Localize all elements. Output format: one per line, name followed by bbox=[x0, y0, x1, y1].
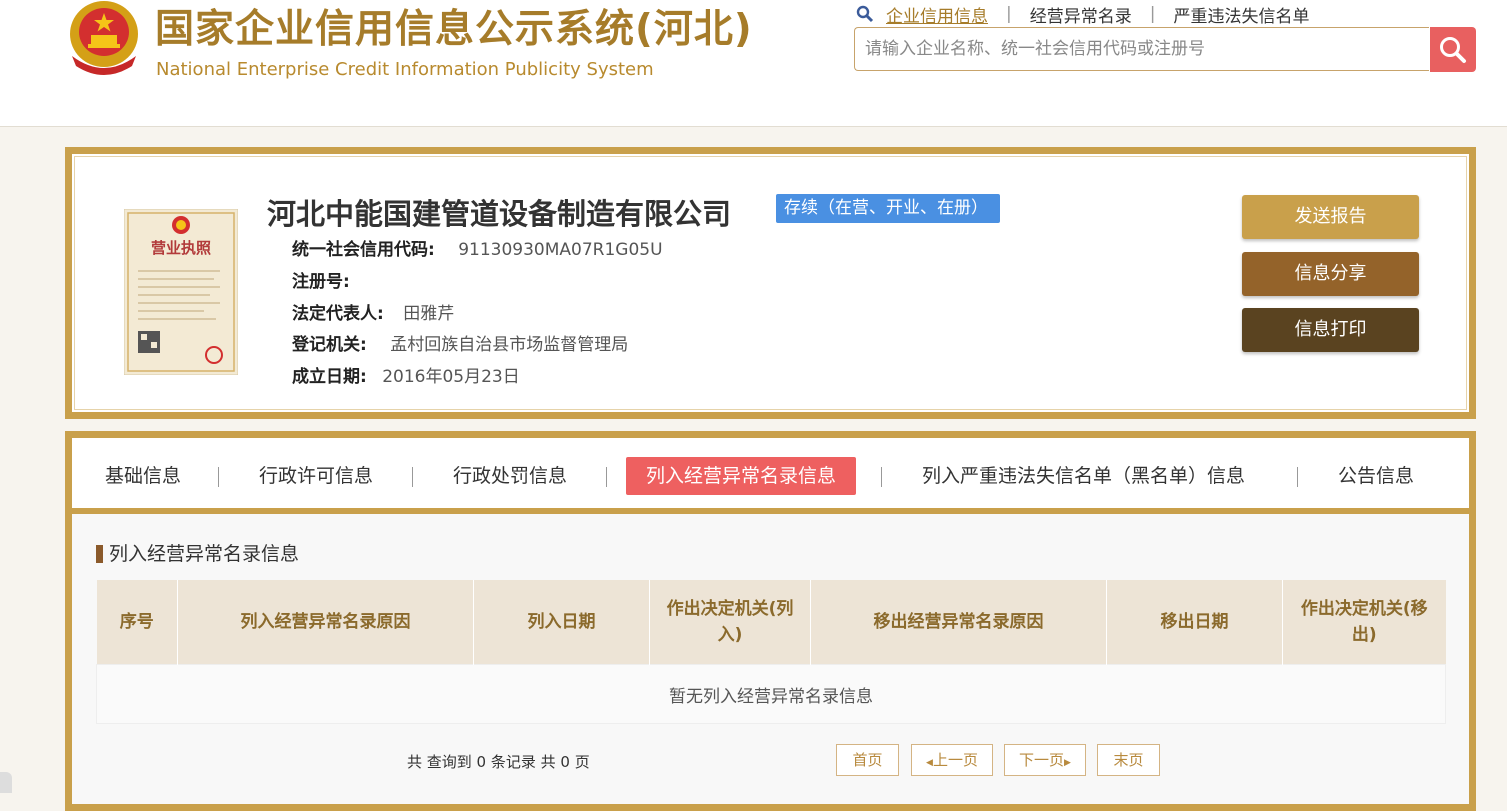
info-row-legal-rep: 法定代表人: 田雅芹 bbox=[292, 300, 454, 328]
tab-separator bbox=[1297, 467, 1298, 487]
search-button[interactable] bbox=[1430, 27, 1476, 72]
field-value: 孟村回族自治县市场监督管理局 bbox=[390, 335, 629, 355]
tab-separator bbox=[218, 467, 219, 487]
field-label: 成立日期: bbox=[292, 367, 367, 387]
site-title: 国家企业信用信息公示系统(河北) bbox=[155, 7, 753, 52]
tab-separator bbox=[881, 467, 882, 487]
info-row-credit-code: 统一社会信用代码: 91130930MA07R1G05U bbox=[292, 236, 663, 264]
prev-page-label: 上一页 bbox=[932, 751, 978, 769]
status-badge: 存续（在营、开业、在册） bbox=[776, 194, 1000, 223]
col-header-reason-in: 列入经营异常名录原因 bbox=[177, 580, 474, 665]
site-header: 国家企业信用信息公示系统(河北) National Enterprise Cre… bbox=[0, 0, 1507, 127]
share-info-button[interactable]: 信息分享 bbox=[1242, 252, 1419, 296]
send-report-button[interactable]: 发送报告 bbox=[1242, 195, 1419, 239]
nav-link-blacklist[interactable]: 严重违法失信名单 bbox=[1173, 2, 1309, 27]
col-header-authority-in: 作出决定机关(列入) bbox=[649, 580, 811, 665]
info-row-reg-number: 注册号: bbox=[292, 268, 360, 296]
nav-separator: | bbox=[1006, 4, 1012, 24]
col-header-authority-out: 作出决定机关(移出) bbox=[1282, 580, 1446, 665]
col-header-date-in: 列入日期 bbox=[473, 580, 650, 665]
last-page-button[interactable]: 末页 bbox=[1097, 744, 1160, 776]
abnormal-list-table: 序号 列入经营异常名录原因 列入日期 作出决定机关(列入) 移出经营异常名录原因… bbox=[96, 580, 1446, 724]
business-license-image: 营业执照 bbox=[124, 209, 238, 375]
search-icon bbox=[1440, 36, 1466, 63]
search-icon bbox=[856, 5, 874, 23]
field-label: 统一社会信用代码: bbox=[292, 240, 435, 260]
nav-link-credit-info[interactable]: 企业信用信息 bbox=[886, 2, 988, 27]
field-value: 91130930MA07R1G05U bbox=[458, 240, 663, 260]
table-header-row: 序号 列入经营异常名录原因 列入日期 作出决定机关(列入) 移出经营异常名录原因… bbox=[96, 580, 1446, 665]
field-label: 法定代表人: bbox=[292, 304, 384, 324]
field-label: 注册号: bbox=[292, 272, 350, 292]
chevron-right-icon: ▶ bbox=[1064, 758, 1071, 768]
tab-admin-license[interactable]: 行政许可信息 bbox=[259, 457, 373, 495]
tab-blacklist[interactable]: 列入严重违法失信名单（黑名单）信息 bbox=[922, 457, 1245, 495]
tab-bar: 基础信息 行政许可信息 行政处罚信息 列入经营异常名录信息 列入严重违法失信名单… bbox=[72, 438, 1469, 514]
pagination-summary: 共 查询到 0 条记录 共 0 页 bbox=[407, 753, 590, 771]
tab-announcements[interactable]: 公告信息 bbox=[1338, 457, 1414, 495]
license-title: 营业执照 bbox=[151, 239, 211, 257]
field-value: 2016年05月23日 bbox=[382, 367, 520, 387]
prev-page-button[interactable]: ◀上一页 bbox=[911, 744, 993, 776]
print-info-button[interactable]: 信息打印 bbox=[1242, 308, 1419, 352]
company-name: 河北中能国建管道设备制造有限公司 bbox=[267, 197, 732, 231]
content-panel: 基础信息 行政许可信息 行政处罚信息 列入经营异常名录信息 列入严重违法失信名单… bbox=[65, 431, 1476, 811]
first-page-button[interactable]: 首页 bbox=[836, 744, 899, 776]
col-header-date-out: 移出日期 bbox=[1106, 580, 1283, 665]
tab-separator bbox=[606, 467, 607, 487]
tab-admin-penalty[interactable]: 行政处罚信息 bbox=[453, 457, 567, 495]
info-row-authority: 登记机关: 孟村回族自治县市场监督管理局 bbox=[292, 331, 628, 359]
site-subtitle: National Enterprise Credit Information P… bbox=[156, 59, 654, 80]
national-emblem-icon bbox=[70, 1, 138, 75]
tab-separator bbox=[412, 467, 413, 487]
info-row-established: 成立日期: 2016年05月23日 bbox=[292, 363, 520, 391]
field-label: 登记机关: bbox=[292, 335, 367, 355]
col-header-reason-out: 移出经营异常名录原因 bbox=[810, 580, 1107, 665]
table-row: 暂无列入经营异常名录信息 bbox=[96, 664, 1446, 724]
section-title: 列入经营异常名录信息 bbox=[96, 542, 299, 566]
next-page-label: 下一页 bbox=[1019, 751, 1065, 769]
search-input[interactable] bbox=[854, 27, 1429, 71]
field-value: 田雅芹 bbox=[403, 304, 455, 324]
col-header-index: 序号 bbox=[96, 580, 178, 665]
empty-table-message: 暂无列入经营异常名录信息 bbox=[96, 664, 1446, 724]
chevron-left-icon: ◀ bbox=[926, 758, 933, 768]
tab-basic-info[interactable]: 基础信息 bbox=[105, 457, 181, 495]
top-nav: 企业信用信息 | 经营异常名录 | 严重违法失信名单 bbox=[856, 2, 1309, 27]
tab-abnormal-list[interactable]: 列入经营异常名录信息 bbox=[626, 457, 857, 495]
nav-separator: | bbox=[1149, 4, 1156, 24]
side-scroll-handle[interactable] bbox=[0, 772, 12, 793]
next-page-button[interactable]: 下一页▶ bbox=[1004, 744, 1086, 776]
nav-link-abnormal-list[interactable]: 经营异常名录 bbox=[1030, 2, 1132, 27]
company-card: 营业执照 河北中能国建管道设备制造有限公司 存续（在营、开业、在册） 统一社会信… bbox=[65, 147, 1476, 419]
